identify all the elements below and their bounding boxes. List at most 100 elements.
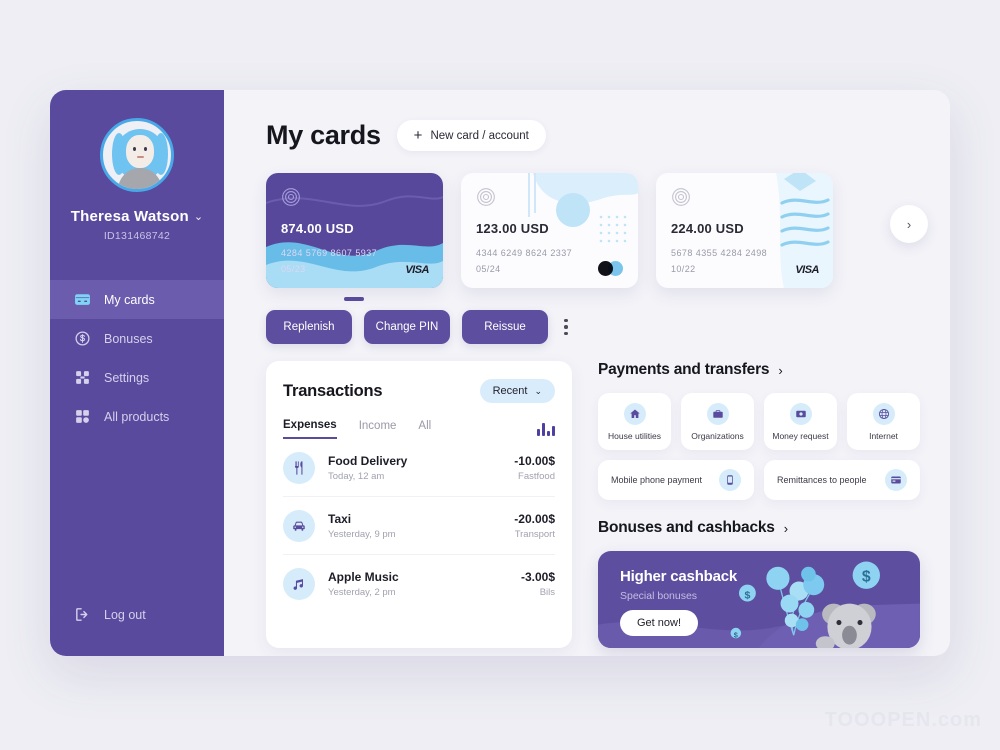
transaction-name: Apple Music bbox=[328, 570, 399, 584]
transaction-info: Taxi Yesterday, 9 pm bbox=[328, 512, 501, 540]
bonuses-section-header[interactable]: Bonuses and cashbacks › bbox=[598, 519, 920, 537]
car-icon bbox=[283, 510, 315, 542]
payment-tile-organizations[interactable]: Organizations bbox=[681, 393, 754, 450]
user-id: ID131468742 bbox=[103, 230, 171, 242]
banner-subtitle: Special bonuses bbox=[620, 590, 698, 602]
transaction-row[interactable]: Taxi Yesterday, 9 pm -20.00$ Transport bbox=[283, 497, 555, 555]
card-actions: Replenish Change PIN Reissue bbox=[266, 310, 920, 344]
phone-icon bbox=[719, 469, 741, 491]
sidebar-item-logout[interactable]: Log out bbox=[50, 595, 224, 634]
card-number: 4284 5769 8607 5937 bbox=[281, 248, 378, 258]
bonuses-section: Bonuses and cashbacks › $ $ $ Higher cas… bbox=[598, 519, 920, 648]
watermark: TOOOPEN.com bbox=[824, 709, 982, 731]
card-chip-icon bbox=[282, 188, 300, 206]
sidebar-item-label: Log out bbox=[104, 607, 146, 622]
svg-text:$: $ bbox=[862, 569, 871, 586]
card-number: 4344 6249 8624 2337 bbox=[476, 248, 573, 258]
logout-icon bbox=[74, 606, 91, 623]
mastercard-logo-icon bbox=[598, 261, 624, 276]
bar-chart-icon[interactable] bbox=[537, 422, 555, 436]
page-title: My cards bbox=[266, 120, 381, 150]
reissue-button[interactable]: Reissue bbox=[462, 310, 548, 344]
bonuses-title: Bonuses and cashbacks bbox=[598, 519, 775, 536]
cashback-banner[interactable]: $ $ $ Higher cashback Special bonuses Ge… bbox=[598, 551, 920, 648]
transaction-category: Fastfood bbox=[518, 471, 555, 482]
user-name-row[interactable]: Theresa Watson ⌄ bbox=[60, 208, 214, 225]
transaction-row[interactable]: Apple Music Yesterday, 2 pm -3.00$ Bils bbox=[283, 555, 555, 612]
card-expiry: 10/22 bbox=[671, 264, 696, 274]
user-name: Theresa Watson bbox=[70, 208, 189, 225]
change-pin-button[interactable]: Change PIN bbox=[364, 310, 450, 344]
carousel-next-button[interactable]: › bbox=[890, 205, 928, 243]
transaction-amount: -10.00$ bbox=[514, 454, 555, 468]
transactions-panel: Transactions Recent ⌄ Expenses Income Al… bbox=[266, 361, 572, 648]
new-card-label: New card / account bbox=[430, 129, 529, 142]
payment-row-label: Mobile phone payment bbox=[611, 475, 703, 485]
cutlery-icon bbox=[283, 452, 315, 484]
transaction-row[interactable]: Food Delivery Today, 12 am -10.00$ Fastf… bbox=[283, 439, 555, 497]
sidebar: Theresa Watson ⌄ ID131468742 My cards Bo… bbox=[50, 90, 224, 656]
sidebar-item-label: All products bbox=[104, 409, 170, 424]
sidebar-item-label: Bonuses bbox=[104, 331, 153, 346]
payment-row-mobile-phone[interactable]: Mobile phone payment bbox=[598, 460, 754, 500]
payments-section-header[interactable]: Payments and transfers › bbox=[598, 361, 920, 379]
card-expiry: 05/24 bbox=[476, 264, 501, 274]
money-icon bbox=[789, 402, 812, 425]
tab-all[interactable]: All bbox=[418, 420, 431, 438]
card-item[interactable]: 224.00 USD 5678 4355 4284 2498 10/22 VIS… bbox=[656, 173, 833, 288]
plus-icon: + bbox=[413, 127, 423, 144]
coin-dollar-icon bbox=[74, 330, 91, 347]
transactions-filter-dropdown[interactable]: Recent ⌄ bbox=[479, 379, 555, 403]
settings-icon bbox=[74, 369, 91, 386]
chevron-down-icon: ⌄ bbox=[534, 385, 542, 396]
sidebar-profile: Theresa Watson ⌄ ID131468742 bbox=[50, 90, 224, 260]
payment-tile-internet[interactable]: Internet bbox=[847, 393, 920, 450]
new-card-button[interactable]: + New card / account bbox=[396, 120, 546, 151]
replenish-button[interactable]: Replenish bbox=[266, 310, 352, 344]
transaction-name: Food Delivery bbox=[328, 454, 408, 468]
chevron-down-icon: ⌄ bbox=[193, 211, 204, 223]
sidebar-item-bonuses[interactable]: Bonuses bbox=[50, 319, 224, 358]
card-active-indicator bbox=[344, 297, 364, 301]
house-icon bbox=[623, 402, 646, 425]
payment-tile-house-utilities[interactable]: House utilities bbox=[598, 393, 671, 450]
sidebar-item-my-cards[interactable]: My cards bbox=[50, 280, 224, 319]
transaction-name: Taxi bbox=[328, 512, 352, 526]
globe-icon bbox=[872, 402, 895, 425]
get-now-button[interactable]: Get now! bbox=[620, 610, 699, 636]
main-content: My cards + New card / account 874.00 USD… bbox=[224, 90, 950, 656]
tab-expenses[interactable]: Expenses bbox=[283, 419, 337, 439]
card-icon bbox=[74, 291, 91, 308]
transactions-tabs: Expenses Income All bbox=[283, 419, 555, 439]
card-expiry: 05/23 bbox=[281, 264, 306, 274]
tab-income[interactable]: Income bbox=[359, 420, 397, 438]
avatar bbox=[100, 118, 174, 192]
card-balance: 224.00 USD bbox=[671, 221, 744, 236]
sidebar-item-label: My cards bbox=[104, 292, 155, 307]
card-item[interactable]: 123.00 USD 4344 6249 8624 2337 05/24 bbox=[461, 173, 638, 288]
payment-rows: Mobile phone payment Remittances to peop… bbox=[598, 460, 920, 500]
payment-row-remittances[interactable]: Remittances to people bbox=[764, 460, 920, 500]
payment-tiles: House utilities Organizations Money requ… bbox=[598, 393, 920, 450]
sidebar-item-all-products[interactable]: All products bbox=[50, 397, 224, 436]
app-window: Theresa Watson ⌄ ID131468742 My cards Bo… bbox=[50, 90, 950, 656]
chevron-right-icon: › bbox=[783, 520, 788, 536]
transaction-amount: -20.00$ bbox=[514, 512, 555, 526]
music-note-icon bbox=[283, 568, 315, 600]
page-header: My cards + New card / account bbox=[266, 120, 920, 151]
sidebar-nav: My cards Bonuses Settings All products bbox=[50, 280, 224, 436]
sidebar-item-label: Settings bbox=[104, 370, 150, 385]
grid-icon bbox=[74, 408, 91, 425]
right-column: Payments and transfers › House utilities bbox=[598, 361, 920, 648]
content-columns: Transactions Recent ⌄ Expenses Income Al… bbox=[266, 361, 920, 648]
payment-tile-money-request[interactable]: Money request bbox=[764, 393, 837, 450]
more-options-icon[interactable] bbox=[564, 318, 568, 336]
card-item[interactable]: 874.00 USD 4284 5769 8607 5937 05/23 VIS… bbox=[266, 173, 443, 288]
sidebar-item-settings[interactable]: Settings bbox=[50, 358, 224, 397]
card-balance: 123.00 USD bbox=[476, 221, 549, 236]
transaction-date: Yesterday, 2 pm bbox=[328, 587, 396, 598]
transaction-date: Yesterday, 9 pm bbox=[328, 529, 396, 540]
chevron-right-icon: › bbox=[778, 362, 783, 378]
payment-tile-label: Money request bbox=[772, 430, 829, 441]
transaction-category: Bils bbox=[539, 587, 555, 598]
